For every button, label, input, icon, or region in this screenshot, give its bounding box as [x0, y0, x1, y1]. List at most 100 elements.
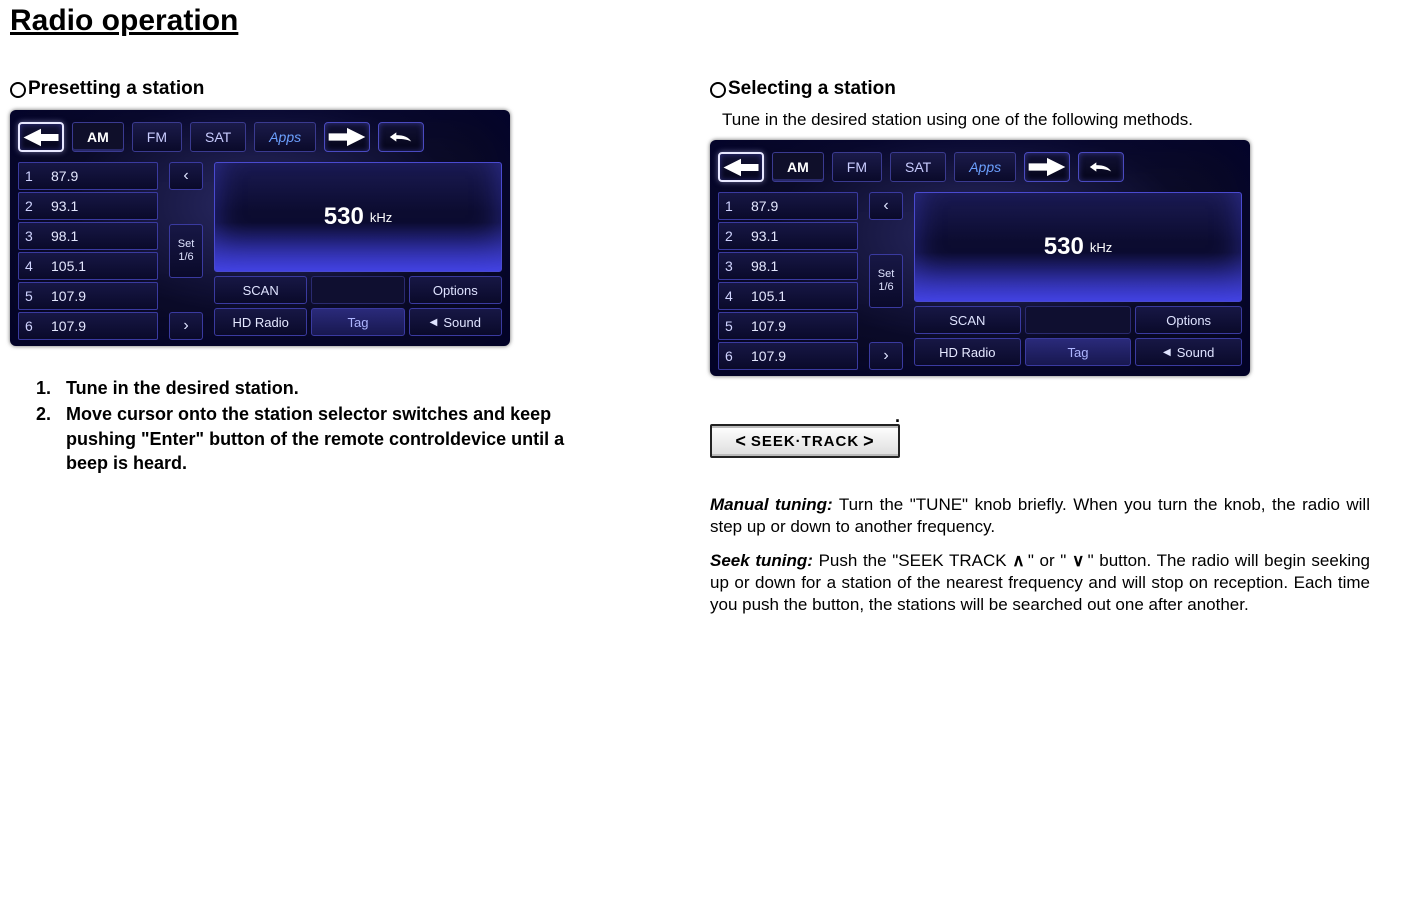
radio-main-area: 530 kHz SCAN Options HD Radio Tag ◀Sound [914, 192, 1242, 370]
radio-screenshot-right: AM FM SAT Apps 187.9 293.1 398.1 4105.1 … [710, 140, 1250, 376]
tab-am[interactable]: AM [772, 152, 824, 182]
tag-button[interactable]: Tag [311, 308, 404, 336]
tag-button[interactable]: Tag [1025, 338, 1132, 366]
preset-page-controls: ‹ Set 1/6 › [866, 192, 906, 370]
tab-row: AM FM SAT Apps [16, 118, 504, 162]
set-page: 1/6 [178, 251, 193, 264]
instruction-2: Move cursor onto the station selector sw… [56, 402, 570, 475]
preset-freq: 107.9 [51, 318, 86, 334]
preset-up-button[interactable]: ‹ [169, 162, 203, 190]
preset-2[interactable]: 293.1 [18, 192, 158, 220]
frequency-display: 530 kHz [214, 162, 502, 272]
right-column: Selecting a station Tune in the desired … [710, 78, 1370, 628]
preset-num: 3 [25, 228, 39, 244]
tab-apps[interactable]: Apps [954, 152, 1016, 182]
sound-button[interactable]: ◀ Sound [409, 308, 502, 336]
tab-apps[interactable]: Apps [254, 122, 316, 152]
sound-label: Sound [443, 315, 481, 330]
selecting-heading-text: Selecting a station [728, 78, 896, 100]
nav-right-button[interactable] [324, 122, 370, 152]
preset-num: 4 [25, 258, 39, 274]
options-button[interactable]: Options [409, 276, 502, 304]
scan-button[interactable]: SCAN [214, 276, 307, 304]
radio-body: 187.9 293.1 398.1 4105.1 5107.9 6107.9 ‹… [716, 192, 1244, 370]
tab-am[interactable]: AM [72, 122, 124, 152]
preset-num: 1 [25, 168, 39, 184]
preset-down-button[interactable]: › [869, 342, 903, 370]
preset-4[interactable]: 4105.1 [18, 252, 158, 280]
page-title: Radio operation [10, 4, 1393, 38]
tab-fm[interactable]: FM [132, 122, 182, 152]
radio-main-area: 530 kHz SCAN Options HD Radio Tag ◀ Sound [214, 162, 502, 340]
manual-tuning-paragraph: Manual tuning: Turn the "TUNE" knob brie… [710, 494, 1370, 538]
preset-1[interactable]: 187.9 [18, 162, 158, 190]
preset-freq: 98.1 [751, 258, 778, 274]
preset-num: 2 [725, 228, 739, 244]
preset-freq: 107.9 [751, 318, 786, 334]
preset-3[interactable]: 398.1 [18, 222, 158, 250]
preset-1[interactable]: 187.9 [718, 192, 858, 220]
tab-sat[interactable]: SAT [190, 122, 246, 152]
bullet-circle-icon [710, 82, 726, 98]
preset-list: 187.9 293.1 398.1 4105.1 5 107.9 6 107.9 [18, 162, 158, 340]
selecting-heading: Selecting a station [710, 78, 1370, 100]
preset-freq: 87.9 [751, 198, 778, 214]
preset-num: 3 [725, 258, 739, 274]
seek-text-mid: " or " [1022, 551, 1072, 570]
instruction-1: Tune in the desired station. [56, 376, 570, 400]
preset-5[interactable]: 5 107.9 [718, 312, 858, 340]
presetting-heading-text: Presetting a station [28, 78, 204, 100]
nav-right-button[interactable] [1024, 152, 1070, 182]
set-label: Set [178, 238, 195, 251]
preset-6[interactable]: 6107.9 [718, 342, 858, 370]
seek-track-illustration: . < SEEK·TRACK > [710, 406, 1370, 466]
preset-up-button[interactable]: ‹ [869, 192, 903, 220]
preset-set-indicator[interactable]: Set 1/6 [869, 254, 903, 308]
preset-freq: 107.9 [51, 288, 86, 304]
preset-6[interactable]: 6 107.9 [18, 312, 158, 340]
preset-set-indicator[interactable]: Set 1/6 [169, 224, 203, 278]
radio-button-grid: SCAN Options HD Radio Tag ◀ Sound [214, 276, 502, 336]
back-button[interactable] [1078, 152, 1124, 182]
preset-3[interactable]: 398.1 [718, 252, 858, 280]
tab-fm[interactable]: FM [832, 152, 882, 182]
preset-num: 1 [725, 198, 739, 214]
radio-button-grid: SCAN Options HD Radio Tag ◀Sound [914, 306, 1242, 366]
preset-freq: 105.1 [751, 288, 786, 304]
preset-down-button[interactable]: › [169, 312, 203, 340]
frequency-value: 530 [1044, 233, 1084, 261]
caret-up-icon: ∧ [1012, 550, 1022, 572]
tab-sat[interactable]: SAT [890, 152, 946, 182]
preset-2[interactable]: 293.1 [718, 222, 858, 250]
preset-list: 187.9 293.1 398.1 4105.1 5107.9 6107.9 [718, 192, 858, 370]
seek-right-icon: > [863, 431, 875, 452]
preset-num: 5 [725, 318, 739, 334]
preset-num: 6 [25, 318, 39, 334]
preset-num: 2 [25, 198, 39, 214]
back-button[interactable] [378, 122, 424, 152]
preset-num: 5 [25, 288, 39, 304]
preset-freq: 93.1 [751, 228, 778, 244]
hd-radio-button[interactable]: HD Radio [914, 338, 1021, 366]
left-column: Presetting a station AM FM SAT Apps [10, 78, 570, 477]
radio-body: 187.9 293.1 398.1 4105.1 5 107.9 6 107.9 ‹… [16, 162, 504, 340]
options-button[interactable]: Options [1135, 306, 1242, 334]
caret-down-icon: ∨ [1072, 550, 1082, 572]
bullet-circle-icon [10, 82, 26, 98]
speaker-icon: ◀ [430, 317, 438, 328]
preset-num: 6 [725, 348, 739, 364]
nav-left-button[interactable] [18, 122, 64, 152]
preset-5[interactable]: 5 107.9 [18, 282, 158, 310]
scan-button[interactable]: SCAN [914, 306, 1021, 334]
selecting-intro: Tune in the desired station using one of… [722, 110, 1370, 130]
sound-label: Sound [1177, 345, 1215, 360]
seek-text-a: Push the "SEEK TRACK [813, 551, 1012, 570]
preset-4[interactable]: 4105.1 [718, 282, 858, 310]
sound-button[interactable]: ◀Sound [1135, 338, 1242, 366]
preset-page-controls: ‹ Set 1/6 › [166, 162, 206, 340]
blank-button [311, 276, 404, 304]
two-column-layout: Presetting a station AM FM SAT Apps [10, 78, 1393, 628]
seek-track-button-graphic: < SEEK·TRACK > [710, 424, 900, 458]
nav-left-button[interactable] [718, 152, 764, 182]
hd-radio-button[interactable]: HD Radio [214, 308, 307, 336]
